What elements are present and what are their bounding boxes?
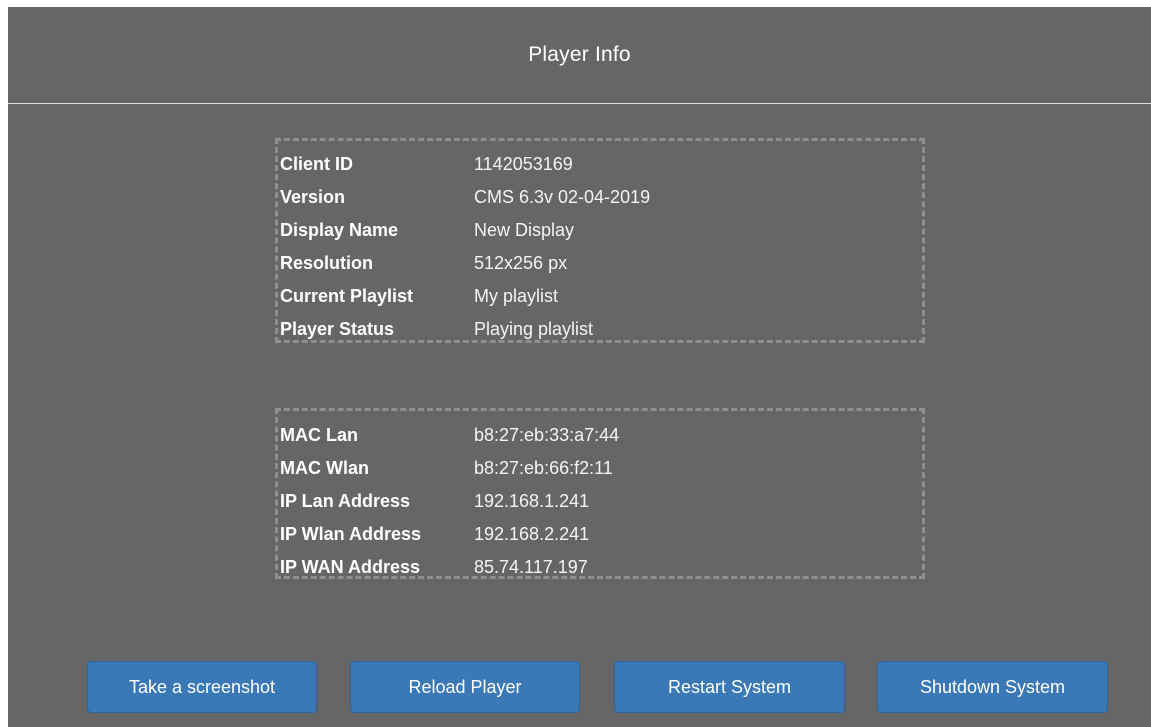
- info-row-ip-lan: IP Lan Address 192.168.1.241: [280, 485, 922, 518]
- display-name-value: New Display: [474, 220, 575, 240]
- info-row-ip-wlan: IP Wlan Address 192.168.2.241: [280, 518, 922, 551]
- action-button-bar: Take a screenshot Reload Player Restart …: [8, 661, 1151, 717]
- mac-lan-value: b8:27:eb:33:a7:44: [474, 425, 620, 445]
- resolution-label: Resolution: [280, 253, 373, 273]
- client-id-value: 1142053169: [474, 154, 573, 174]
- player-info-box: Client ID 1142053169 Version CMS 6.3v 02…: [275, 138, 925, 343]
- info-row-current-playlist: Current Playlist My playlist: [280, 280, 922, 313]
- client-id-label: Client ID: [280, 154, 354, 174]
- ip-wan-value: 85.74.117.197: [474, 557, 588, 577]
- info-row-mac-wlan: MAC Wlan b8:27:eb:66:f2:11: [280, 452, 922, 485]
- ip-wan-label: IP WAN Address: [280, 557, 421, 577]
- info-row-ip-wan: IP WAN Address 85.74.117.197: [280, 551, 922, 584]
- take-screenshot-button[interactable]: Take a screenshot: [87, 661, 317, 713]
- network-info-box: MAC Lan b8:27:eb:33:a7:44 MAC Wlan b8:27…: [275, 408, 925, 579]
- version-label: Version: [280, 187, 346, 207]
- info-row-player-status: Player Status Playing playlist: [280, 313, 922, 346]
- info-row-client-id: Client ID 1142053169: [280, 148, 922, 181]
- info-row-display-name: Display Name New Display: [280, 214, 922, 247]
- mac-wlan-label: MAC Wlan: [280, 458, 369, 478]
- info-row-mac-lan: MAC Lan b8:27:eb:33:a7:44: [280, 419, 922, 452]
- mac-wlan-value: b8:27:eb:66:f2:11: [474, 458, 613, 478]
- page-header: Player Info: [8, 7, 1151, 104]
- ip-lan-label: IP Lan Address: [280, 491, 411, 511]
- ip-wlan-label: IP Wlan Address: [280, 524, 422, 544]
- info-row-version: Version CMS 6.3v 02-04-2019: [280, 181, 922, 214]
- version-value: CMS 6.3v 02-04-2019: [474, 187, 651, 207]
- player-status-value: Playing playlist: [474, 319, 594, 339]
- display-name-label: Display Name: [280, 220, 399, 240]
- resolution-value: 512x256 px: [474, 253, 568, 273]
- page-title: Player Info: [528, 43, 631, 66]
- ip-lan-value: 192.168.1.241: [474, 491, 590, 511]
- reload-player-button[interactable]: Reload Player: [350, 661, 580, 713]
- restart-system-button[interactable]: Restart System: [614, 661, 845, 713]
- current-playlist-value: My playlist: [474, 286, 559, 306]
- info-row-resolution: Resolution 512x256 px: [280, 247, 922, 280]
- mac-lan-label: MAC Lan: [280, 425, 358, 445]
- shutdown-system-button[interactable]: Shutdown System: [877, 661, 1108, 713]
- player-info-panel: Player Info Client ID 1142053169 Version…: [8, 7, 1151, 727]
- ip-wlan-value: 192.168.2.241: [474, 524, 590, 544]
- player-status-label: Player Status: [280, 319, 395, 339]
- current-playlist-label: Current Playlist: [280, 286, 414, 306]
